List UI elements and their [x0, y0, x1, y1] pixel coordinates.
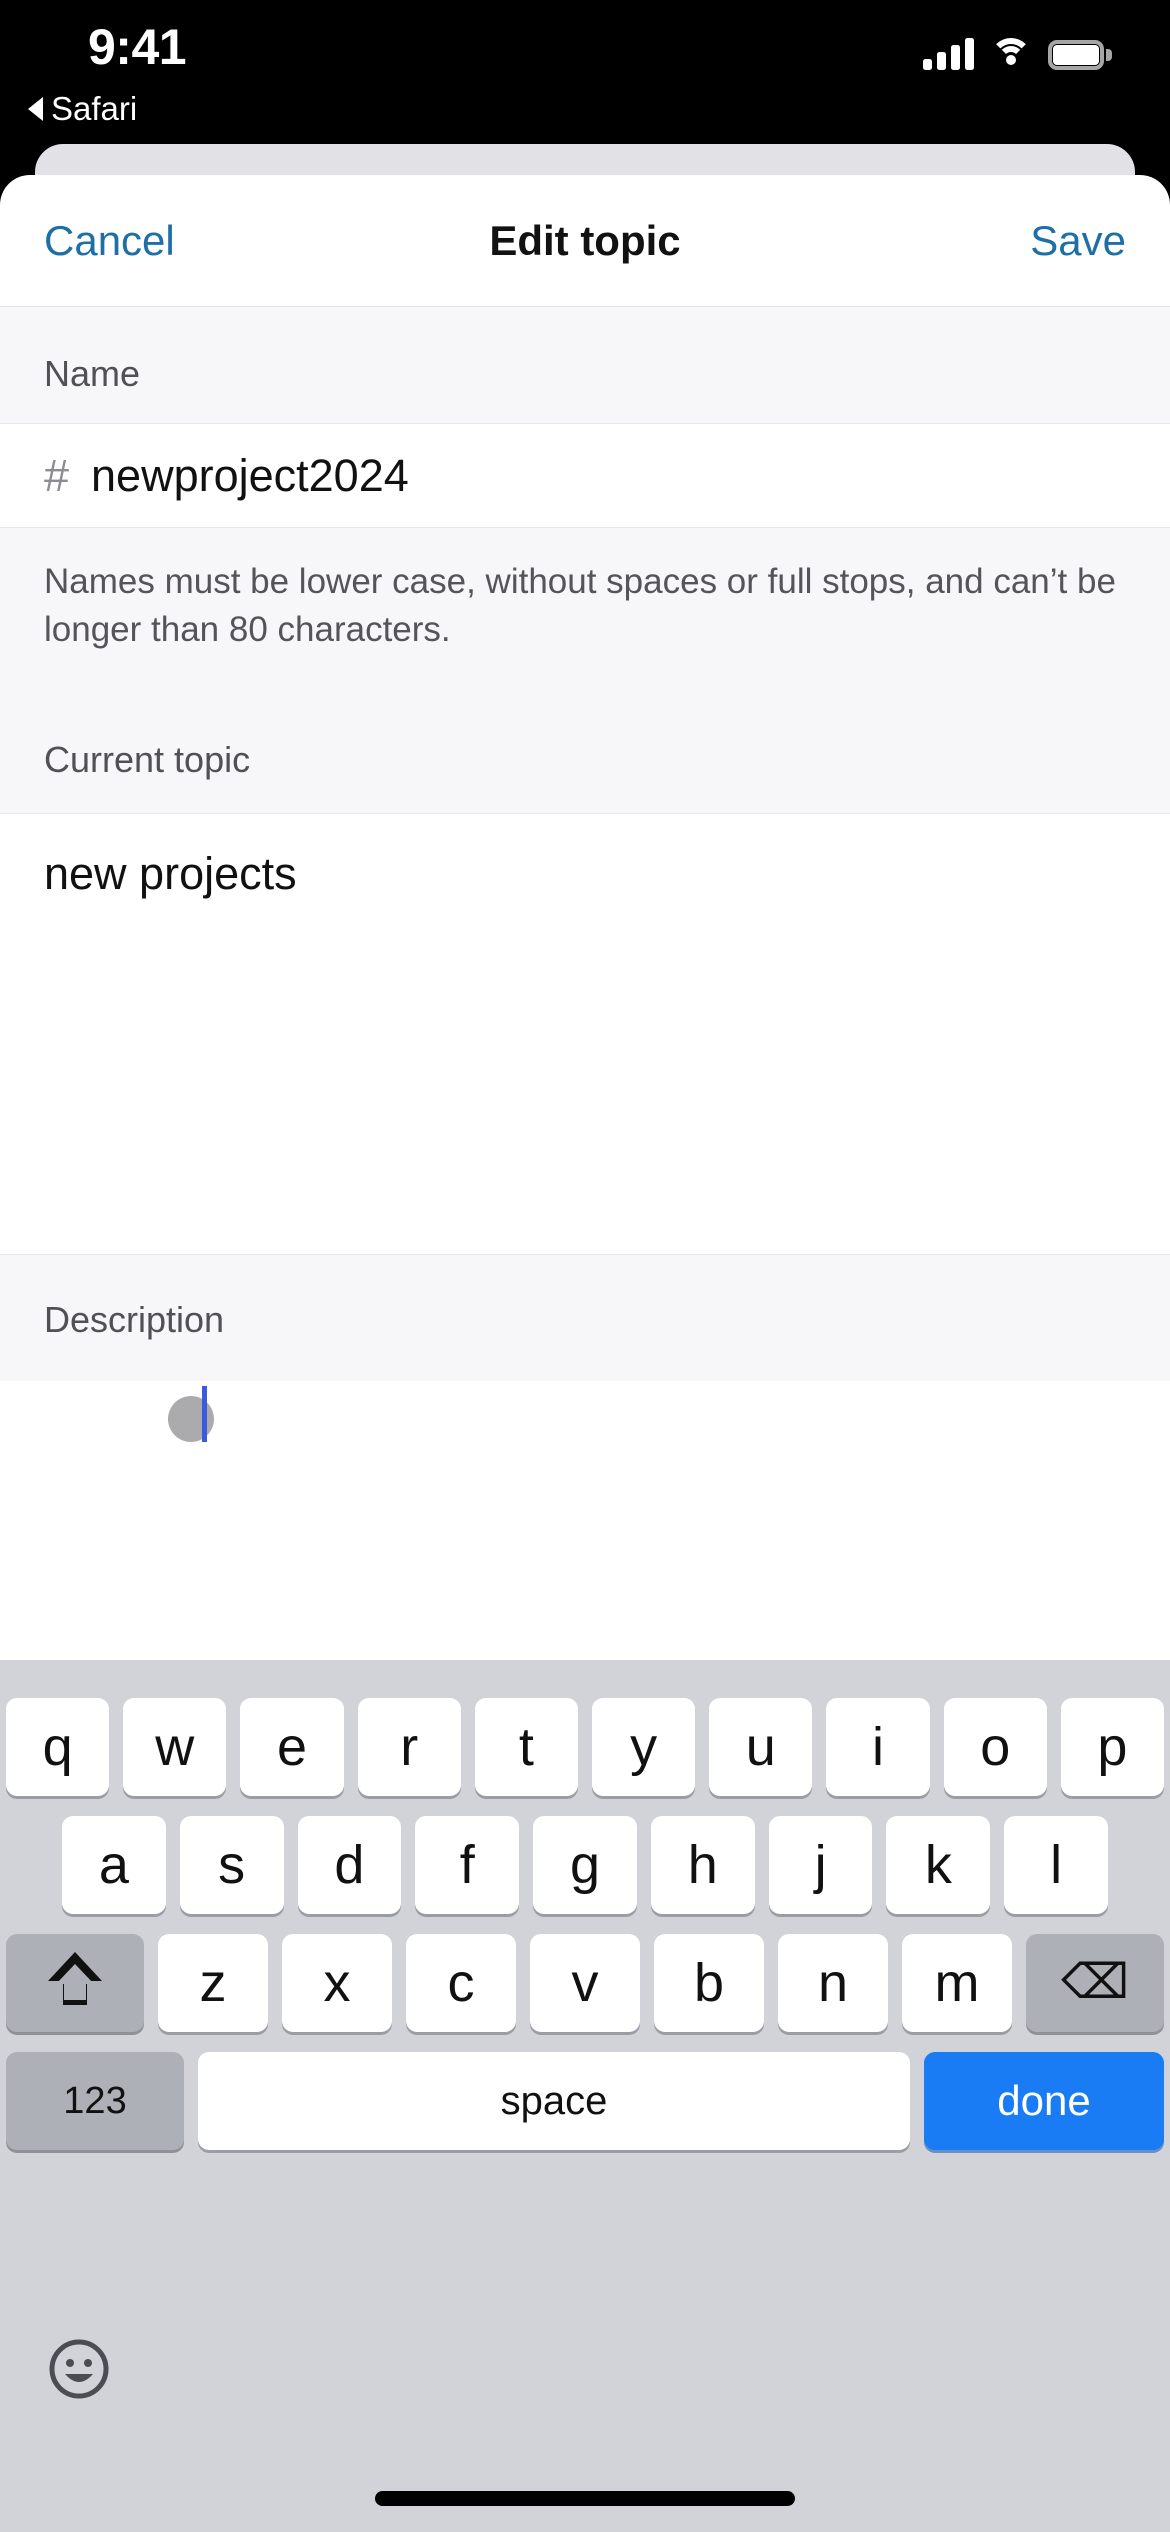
touch-indicator	[168, 1396, 214, 1443]
keyboard-row-1: q w e r t y u i o p	[0, 1660, 1170, 1796]
emoji-key[interactable]	[48, 2338, 110, 2400]
key-o[interactable]: o	[943, 1698, 1047, 1796]
backspace-icon: ⌫	[1061, 1956, 1129, 2009]
key-p[interactable]: p	[1060, 1698, 1165, 1796]
text-cursor	[202, 1386, 207, 1443]
battery-icon	[1048, 40, 1112, 70]
name-section-header: Name	[0, 307, 1170, 424]
key-q[interactable]: q	[5, 1698, 110, 1796]
edit-topic-modal-sheet: Cancel Edit topic Save Name # newproject…	[0, 175, 1170, 2532]
keyboard-row-3: z x c v b n m ⌫	[0, 1914, 1170, 2032]
name-input[interactable]: newproject2024	[91, 450, 409, 502]
shift-key[interactable]	[6, 1934, 144, 2032]
numbers-key[interactable]: 123	[6, 2052, 184, 2150]
key-y[interactable]: y	[592, 1698, 696, 1796]
key-v[interactable]: v	[530, 1934, 640, 2032]
key-w[interactable]: w	[123, 1698, 227, 1796]
key-h[interactable]: h	[650, 1816, 755, 1914]
back-to-safari-label: Safari	[51, 90, 138, 127]
name-helper-text: Names must be lower case, without spaces…	[0, 528, 1170, 688]
wifi-icon	[990, 38, 1032, 70]
hash-icon: #	[44, 449, 70, 501]
key-i[interactable]: i	[826, 1698, 930, 1796]
status-bar: 9:41	[0, 0, 1170, 96]
back-arrow-icon	[28, 97, 43, 121]
key-s[interactable]: s	[179, 1816, 284, 1914]
key-a[interactable]: a	[61, 1816, 166, 1914]
key-f[interactable]: f	[415, 1816, 520, 1914]
key-r[interactable]: r	[357, 1698, 461, 1796]
name-field-row[interactable]: # newproject2024	[0, 424, 1170, 528]
key-k[interactable]: k	[886, 1816, 991, 1914]
modal-navigation-bar: Cancel Edit topic Save	[0, 175, 1170, 307]
key-l[interactable]: l	[1004, 1816, 1109, 1914]
keyboard-row-4: 123 space done	[0, 2032, 1170, 2150]
on-screen-keyboard: q w e r t y u i o p a s d f g h j k l z …	[0, 1660, 1170, 2532]
key-j[interactable]: j	[768, 1816, 873, 1914]
emoji-icon	[49, 2339, 109, 2399]
key-n[interactable]: n	[778, 1934, 888, 2032]
status-bar-indicators	[923, 30, 1112, 70]
done-key[interactable]: done	[924, 2052, 1164, 2150]
key-g[interactable]: g	[533, 1816, 637, 1914]
key-x[interactable]: x	[282, 1934, 392, 2032]
key-t[interactable]: t	[474, 1698, 578, 1796]
home-indicator	[375, 2491, 795, 2506]
key-d[interactable]: d	[297, 1816, 402, 1914]
save-button[interactable]: Save	[1030, 217, 1126, 265]
backspace-key[interactable]: ⌫	[1026, 1934, 1164, 2032]
signal-bars-icon	[923, 38, 974, 70]
description-section-header: Description	[0, 1254, 1170, 1382]
keyboard-row-2: a s d f g h j k l	[0, 1796, 1170, 1914]
current-topic-section-header: Current topic	[0, 687, 1170, 815]
key-c[interactable]: c	[406, 1934, 516, 2032]
key-u[interactable]: u	[709, 1698, 813, 1796]
key-b[interactable]: b	[654, 1934, 764, 2032]
back-to-safari-link[interactable]: Safari	[28, 90, 137, 128]
status-bar-time: 9:41	[88, 19, 187, 75]
page-title: Edit topic	[489, 216, 681, 264]
topic-textarea[interactable]: new projects	[0, 814, 1170, 1443]
key-z[interactable]: z	[158, 1934, 268, 2032]
key-e[interactable]: e	[240, 1698, 344, 1796]
phone-screen: 9:41 Safari Cancel Edit topic Save Name	[0, 0, 1170, 2532]
topic-input-value: new projects	[44, 848, 297, 900]
key-m[interactable]: m	[902, 1934, 1012, 2032]
space-key[interactable]: space	[198, 2052, 910, 2150]
